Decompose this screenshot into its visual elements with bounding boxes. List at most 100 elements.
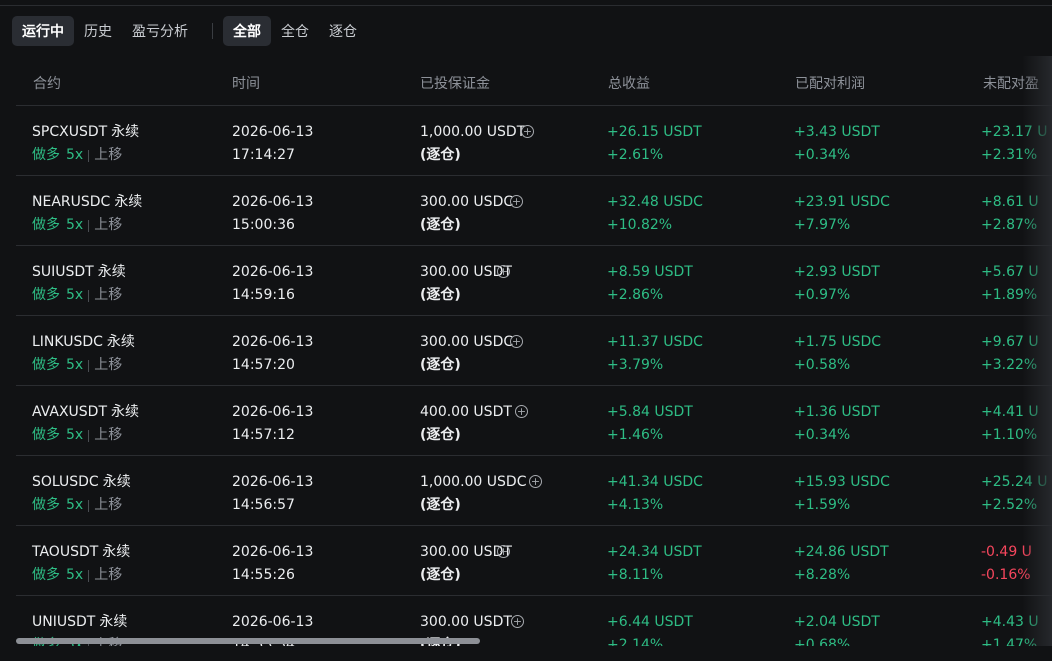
side-label: 做多 — [32, 217, 60, 233]
divider — [88, 569, 90, 582]
total-pnl-pct: +4.13% — [607, 497, 664, 513]
time: 14:57:20 — [232, 357, 295, 373]
total-pnl-cell: +11.37 USDC +3.79% — [607, 331, 703, 377]
contract-type: 永续 — [102, 544, 131, 560]
total-pnl-cell: +24.34 USDT +8.11% — [607, 541, 702, 587]
add-margin-icon[interactable]: + — [521, 125, 534, 138]
time: 14:56:57 — [232, 497, 295, 513]
total-pnl-cell: +32.48 USDC +10.82% — [607, 191, 703, 237]
total-pnl-cell: +5.84 USDT +1.46% — [607, 401, 693, 447]
margin-mode: (逐仓) — [420, 427, 461, 443]
matched-profit-pct: +0.34% — [794, 427, 851, 443]
table-row[interactable]: AVAXUSDT 永续 做多 5x 上移 2026-06-13 14:57:12 400.00… — [16, 386, 1052, 456]
table-row[interactable]: LINKUSDC 永续 做多 5x 上移 2026-06-13 14:57:20 300.00… — [16, 316, 1052, 386]
time: 14:55:26 — [232, 567, 295, 583]
tab-cross[interactable]: 全仓 — [271, 16, 319, 46]
add-margin-icon[interactable]: + — [511, 615, 524, 628]
total-pnl-pct: +3.79% — [607, 357, 664, 373]
time-cell: 2026-06-13 14:55:26 — [232, 541, 313, 587]
total-pnl-cell: +26.15 USDT +2.61% — [607, 121, 702, 167]
matched-profit: +2.04 USDT — [794, 614, 880, 630]
matched-profit: +2.93 USDT — [794, 264, 880, 280]
side-label: 做多 — [32, 567, 60, 583]
time-cell: 2026-06-13 14:57:20 — [232, 331, 313, 377]
unmatched-pnl-pct: +1.10% — [981, 427, 1038, 443]
side-label: 做多 — [32, 287, 60, 303]
add-margin-icon[interactable]: + — [497, 545, 510, 558]
leverage: 5x — [66, 427, 84, 443]
matched-profit-pct: +7.97% — [794, 217, 851, 233]
contract-cell: AVAXUSDT 永续 做多 5x 上移 — [32, 401, 139, 447]
time: 17:14:27 — [232, 147, 295, 163]
margin-cell: 1,000.00 USDT (逐仓) — [420, 121, 525, 167]
table-row[interactable]: TAOUSDT 永续 做多 5x 上移 2026-06-13 14:55:26 300.00 … — [16, 526, 1052, 596]
matched-profit-pct: +8.28% — [794, 567, 851, 583]
margin-cell: 300.00 USDC (逐仓) — [420, 331, 513, 377]
side-label: 做多 — [32, 427, 60, 443]
unmatched-pnl-cell: +8.61 U +2.87% — [981, 191, 1039, 237]
symbol: NEARUSDC — [32, 194, 111, 210]
matched-profit-pct: +0.58% — [794, 357, 851, 373]
time-cell: 2026-06-13 14:57:12 — [232, 401, 313, 447]
unmatched-pnl-pct: +2.52% — [981, 497, 1038, 513]
total-pnl: +26.15 USDT — [607, 124, 702, 140]
time: 14:57:12 — [232, 427, 295, 443]
tab-bar: 运行中 历史 盈亏分析 全部 全仓 逐仓 — [12, 15, 367, 47]
tab-history[interactable]: 历史 — [74, 16, 122, 46]
add-margin-icon[interactable]: + — [515, 405, 528, 418]
contract-type: 永续 — [97, 264, 126, 280]
margin-amount: 300.00 USDC — [420, 334, 514, 350]
margin-amount: 400.00 USDT — [420, 404, 512, 420]
divider — [88, 429, 90, 442]
matched-profit: +1.75 USDC — [794, 334, 882, 350]
scrollbar-thumb[interactable] — [16, 638, 480, 644]
unmatched-pnl: +8.61 U — [981, 194, 1039, 210]
table-row[interactable]: SUIUSDT 永续 做多 5x 上移 2026-06-13 14:59:16 300.00 … — [16, 246, 1052, 316]
total-pnl: +5.84 USDT — [607, 404, 693, 420]
tab-pnl-analysis[interactable]: 盈亏分析 — [122, 16, 198, 46]
horizontal-scrollbar[interactable] — [16, 638, 1036, 644]
unmatched-pnl: -0.49 U — [981, 544, 1032, 560]
col-margin: 已投保证金 — [420, 76, 490, 92]
matched-profit-pct: +0.97% — [794, 287, 851, 303]
date: 2026-06-13 — [232, 264, 314, 280]
matched-profit: +24.86 USDT — [794, 544, 889, 560]
add-margin-icon[interactable]: + — [529, 475, 542, 488]
unmatched-pnl-cell: +25.24 U +2.52% — [981, 471, 1048, 517]
unmatched-pnl: +4.41 U — [981, 404, 1039, 420]
divider — [88, 289, 90, 302]
date: 2026-06-13 — [232, 334, 314, 350]
contract-cell: LINKUSDC 永续 做多 5x 上移 — [32, 331, 135, 377]
date: 2026-06-13 — [232, 194, 314, 210]
contract-cell: NEARUSDC 永续 做多 5x 上移 — [32, 191, 142, 237]
trend-label: 上移 — [94, 427, 123, 443]
positions-table: 合约 时间 已投保证金 总收益 已配对利润 未配对盈 SPCXUSDT 永续 做多 5… — [0, 56, 1052, 646]
margin-mode: (逐仓) — [420, 217, 461, 233]
divider — [88, 499, 90, 512]
table-row[interactable]: NEARUSDC 永续 做多 5x 上移 2026-06-13 15:00:36 300.00… — [16, 176, 1052, 246]
leverage: 5x — [66, 287, 84, 303]
add-margin-icon[interactable]: + — [497, 265, 510, 278]
col-total-pnl: 总收益 — [608, 76, 650, 92]
tab-isolated[interactable]: 逐仓 — [319, 16, 367, 46]
margin-mode: (逐仓) — [420, 357, 461, 373]
table-row[interactable]: SOLUSDC 永续 做多 5x 上移 2026-06-13 14:56:57 1,000.0… — [16, 456, 1052, 526]
col-contract: 合约 — [33, 76, 61, 92]
leverage: 5x — [66, 217, 84, 233]
margin-cell: 300.00 USDC (逐仓) — [420, 191, 513, 237]
contract-cell: SOLUSDC 永续 做多 5x 上移 — [32, 471, 131, 517]
tab-all[interactable]: 全部 — [223, 16, 271, 46]
unmatched-pnl-pct: +1.89% — [981, 287, 1038, 303]
side-label: 做多 — [32, 147, 60, 163]
matched-profit-cell: +24.86 USDT +8.28% — [794, 541, 889, 587]
unmatched-pnl-cell: +4.41 U +1.10% — [981, 401, 1039, 447]
unmatched-pnl-cell: -0.49 U -0.16% — [981, 541, 1032, 587]
total-pnl-pct: +1.46% — [607, 427, 664, 443]
add-margin-icon[interactable]: + — [510, 195, 523, 208]
tab-running[interactable]: 运行中 — [12, 16, 74, 46]
add-margin-icon[interactable]: + — [510, 335, 523, 348]
margin-mode: (逐仓) — [420, 567, 461, 583]
unmatched-pnl: +25.24 U — [981, 474, 1048, 490]
table-row[interactable]: SPCXUSDT 永续 做多 5x 上移 2026-06-13 17:14:27 1,000.… — [16, 106, 1052, 176]
total-pnl-cell: +41.34 USDC +4.13% — [607, 471, 703, 517]
